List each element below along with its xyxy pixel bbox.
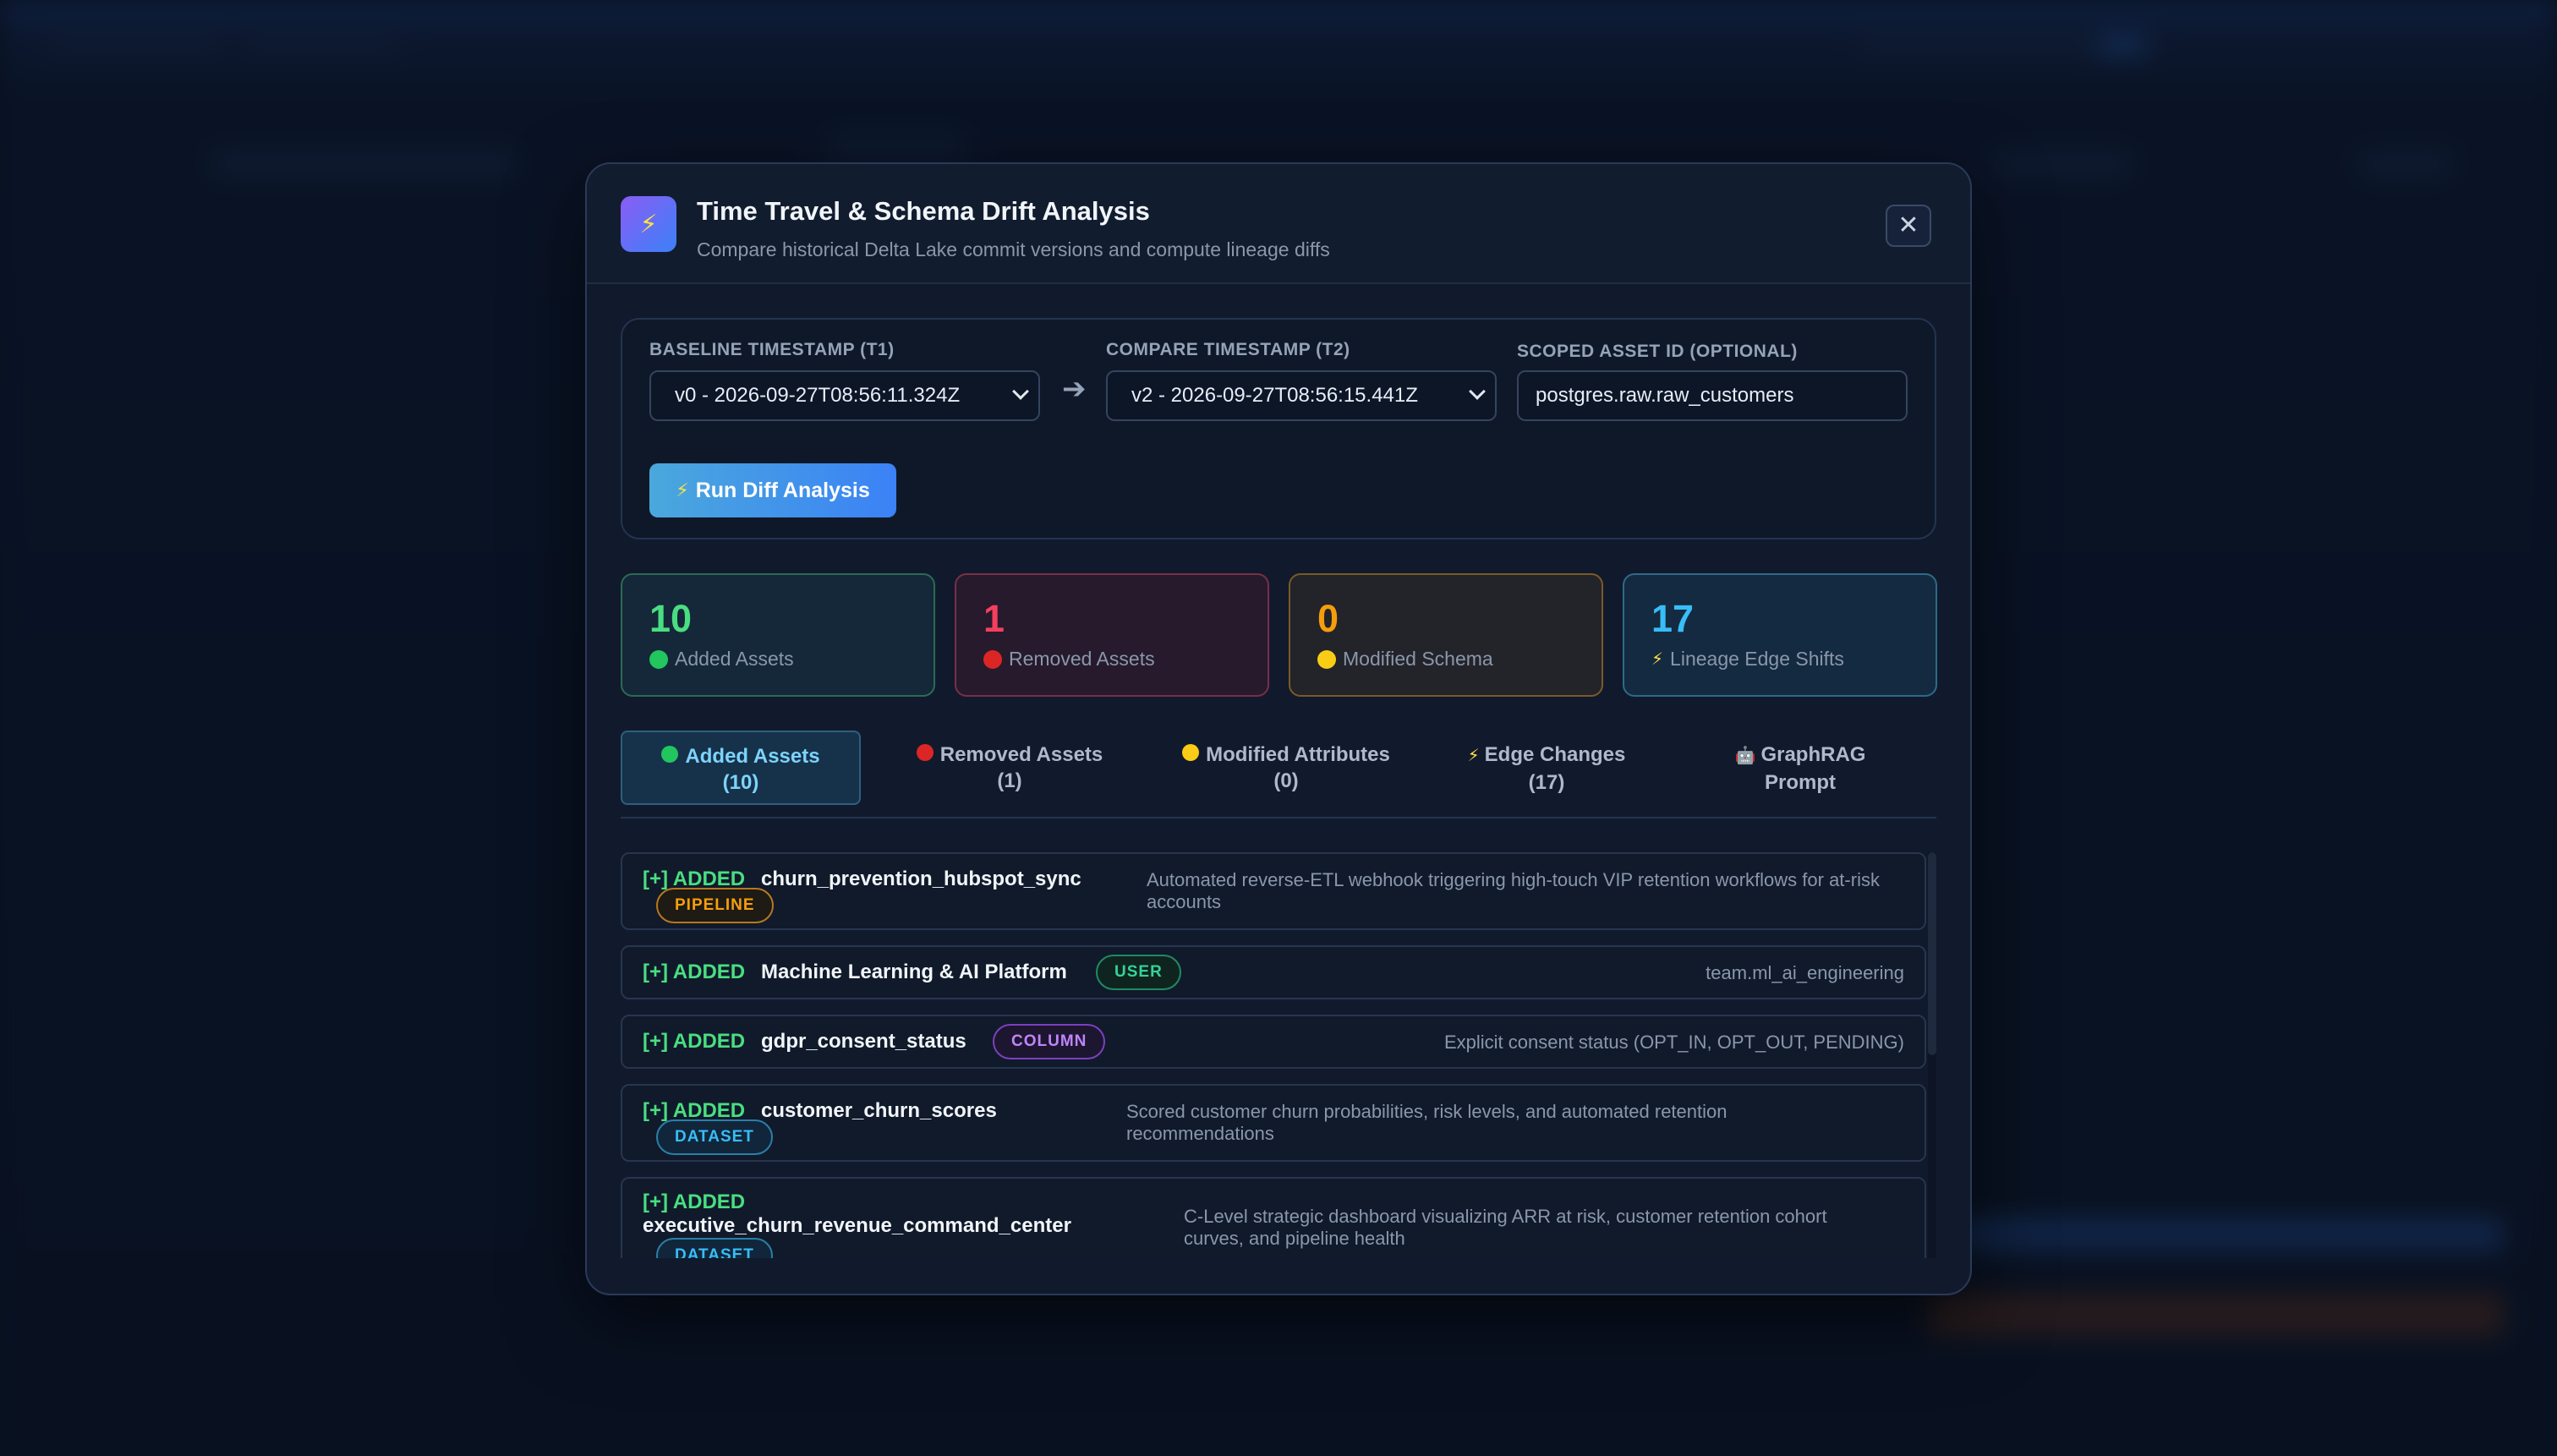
- run-diff-button[interactable]: ⚡ Run Diff Analysis: [649, 463, 896, 517]
- tab-added-label: Added Assets: [685, 745, 820, 768]
- scope-label: SCOPED ASSET ID (OPTIONAL): [1517, 342, 1798, 361]
- tab-graphrag-count: Prompt: [1765, 771, 1836, 794]
- added-status: [+] ADDED: [643, 1191, 746, 1213]
- arrow-right-icon: ➔: [1062, 373, 1087, 405]
- stat-edges: 17 ⚡ Lineage Edge Shifts: [1623, 573, 1937, 697]
- tab-removed-count: (1): [997, 769, 1022, 792]
- tab-modified-count: (0): [1273, 769, 1299, 792]
- type-badge: USER: [1096, 955, 1181, 990]
- stat-removed-value: 1: [983, 597, 1005, 640]
- baseline-select[interactable]: v0 - 2026-09-27T08:56:11.324Z: [649, 370, 1040, 421]
- lightning-icon: ⚡: [621, 196, 676, 252]
- robot-icon: 🤖: [1734, 747, 1756, 765]
- tab-modified[interactable]: Modified Attributes (0): [1155, 731, 1417, 805]
- stat-added: 10 Added Assets: [621, 573, 935, 697]
- tab-edges[interactable]: ⚡ Edge Changes (17): [1449, 731, 1644, 805]
- red-circle-icon: [916, 744, 934, 761]
- chevron-down-icon: [1469, 383, 1486, 400]
- tab-modified-label: Modified Attributes: [1206, 743, 1390, 766]
- lightning-icon: ⚡: [1651, 650, 1664, 669]
- asset-name: customer_churn_scores: [761, 1099, 997, 1122]
- compare-label: COMPARE TIMESTAMP (T2): [1106, 340, 1350, 359]
- compare-select[interactable]: v2 - 2026-09-27T08:56:15.441Z: [1106, 370, 1497, 421]
- tab-graphrag[interactable]: 🤖 GraphRAG Prompt: [1703, 731, 1897, 805]
- list-scrollbar[interactable]: [1928, 852, 1936, 1258]
- tab-added[interactable]: Added Assets (10): [621, 731, 861, 805]
- baseline-value: v0 - 2026-09-27T08:56:11.324Z: [675, 384, 961, 407]
- result-tabs: Added Assets (10) Removed Assets (1) Mod…: [621, 731, 1936, 818]
- red-circle-icon: [983, 649, 1002, 669]
- tab-edges-label: Edge Changes: [1484, 743, 1626, 766]
- asset-description: Explicit consent status (OPT_IN, OPT_OUT…: [1443, 1032, 1904, 1053]
- scope-input[interactable]: postgres.raw.raw_customers: [1517, 370, 1908, 421]
- baseline-label: BASELINE TIMESTAMP (T1): [649, 340, 895, 359]
- list-item[interactable]: [+] ADDED gdpr_consent_status COLUMN Exp…: [621, 1015, 1926, 1069]
- green-circle-icon: [649, 649, 668, 669]
- drift-analysis-modal: ⚡ Time Travel & Schema Drift Analysis Co…: [585, 162, 1972, 1295]
- asset-description: team.ml_ai_engineering: [1706, 962, 1904, 983]
- green-circle-icon: [661, 746, 679, 763]
- tab-removed[interactable]: Removed Assets (1): [891, 731, 1128, 805]
- stat-removed: 1 Removed Assets: [955, 573, 1269, 697]
- type-badge: DATASET: [656, 1238, 773, 1258]
- stat-edges-label: Lineage Edge Shifts: [1670, 648, 1844, 670]
- stat-edges-value: 17: [1651, 597, 1695, 640]
- scrollbar-thumb[interactable]: [1928, 852, 1936, 1055]
- added-status: [+] ADDED: [643, 961, 746, 983]
- lightning-icon: ⚡: [1467, 747, 1480, 765]
- asset-description: Scored customer churn probabilities, ris…: [1126, 1101, 1727, 1144]
- tab-removed-label: Removed Assets: [939, 743, 1103, 766]
- list-item[interactable]: [+] ADDED churn_prevention_hubspot_sync …: [621, 852, 1926, 930]
- stat-modified-value: 0: [1317, 597, 1339, 640]
- tab-edges-count: (17): [1528, 771, 1565, 794]
- asset-description: Automated reverse-ETL webhook triggering…: [1147, 869, 1880, 912]
- tab-graphrag-label: GraphRAG: [1760, 743, 1866, 766]
- run-diff-label: Run Diff Analysis: [695, 478, 870, 502]
- asset-description: C-Level strategic dashboard visualizing …: [1184, 1206, 1827, 1249]
- list-item[interactable]: [+] ADDED customer_churn_scores DATASET …: [621, 1084, 1926, 1162]
- tab-added-count: (10): [722, 771, 759, 794]
- stat-added-value: 10: [649, 597, 693, 640]
- list-item[interactable]: [+] ADDED Machine Learning & AI Platform…: [621, 945, 1926, 999]
- diff-controls: BASELINE TIMESTAMP (T1) v0 - 2026-09-27T…: [621, 318, 1936, 539]
- stat-added-label: Added Assets: [675, 648, 794, 670]
- asset-name: Machine Learning & AI Platform: [761, 961, 1067, 983]
- asset-name: gdpr_consent_status: [761, 1030, 966, 1053]
- added-assets-list: [+] ADDED churn_prevention_hubspot_sync …: [621, 852, 1936, 1258]
- yellow-circle-icon: [1317, 649, 1336, 669]
- stat-modified: 0 Modified Schema: [1289, 573, 1603, 697]
- stat-modified-label: Modified Schema: [1343, 648, 1493, 670]
- added-status: [+] ADDED: [643, 1030, 746, 1053]
- stat-removed-label: Removed Assets: [1009, 648, 1155, 670]
- chevron-down-icon: [1012, 383, 1029, 400]
- stats-row: 10 Added Assets 1 Removed Assets 0 Modif…: [621, 573, 1937, 697]
- list-item[interactable]: [+] ADDED executive_churn_revenue_comman…: [621, 1177, 1926, 1258]
- modal-title: Time Travel & Schema Drift Analysis: [697, 196, 1150, 226]
- modal-header: ⚡ Time Travel & Schema Drift Analysis Co…: [587, 164, 1970, 284]
- type-badge: COLUMN: [993, 1024, 1106, 1059]
- type-badge: PIPELINE: [656, 888, 774, 923]
- asset-name: churn_prevention_hubspot_sync: [761, 868, 1081, 890]
- modal-subtitle: Compare historical Delta Lake commit ver…: [697, 238, 1330, 260]
- close-button[interactable]: ✕: [1886, 205, 1931, 247]
- type-badge: DATASET: [656, 1119, 773, 1155]
- scope-value: postgres.raw.raw_customers: [1536, 384, 1794, 407]
- lightning-icon: ⚡: [676, 479, 689, 501]
- compare-value: v2 - 2026-09-27T08:56:15.441Z: [1131, 384, 1418, 407]
- asset-name: executive_churn_revenue_command_center: [643, 1214, 1071, 1237]
- yellow-circle-icon: [1182, 744, 1200, 761]
